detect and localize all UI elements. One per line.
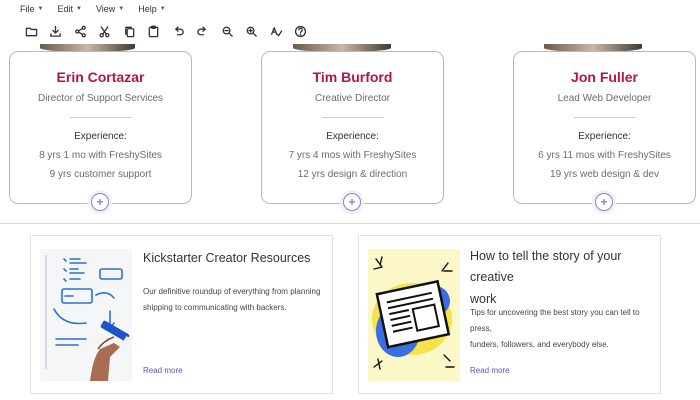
resources-section: Kickstarter Creator Resources Our defini… [0, 224, 700, 400]
menu-bar: File ▼ Edit ▼ View ▼ Help ▼ [0, 0, 700, 18]
article-description-line: Our definitive roundup of everything fro… [143, 287, 321, 296]
menu-file-label: File [20, 4, 35, 14]
article-description-line: Tips for uncovering the best story you c… [470, 308, 640, 333]
experience-label: Experience: [578, 131, 631, 142]
share-icon[interactable] [68, 20, 93, 42]
divider [573, 117, 636, 118]
article-image-newspaper [368, 249, 460, 381]
article-title-line: How to tell the story of your creative [470, 249, 622, 285]
article-card[interactable]: Kickstarter Creator Resources Our defini… [30, 235, 333, 394]
plus-icon: + [348, 195, 356, 209]
zoom-out-icon[interactable] [215, 20, 240, 42]
paste-icon[interactable] [142, 20, 167, 42]
team-member-name: Erin Cortazar [56, 69, 145, 85]
plus-icon: + [96, 195, 104, 209]
experience-label: Experience: [326, 131, 379, 142]
expand-card-button[interactable]: + [343, 193, 361, 211]
team-card: Jon Fuller Lead Web Developer Experience… [513, 51, 696, 204]
caret-down-icon: ▼ [37, 6, 44, 12]
menu-help[interactable]: Help ▼ [138, 4, 165, 14]
article-description: Tips for uncovering the best story you c… [470, 305, 660, 353]
article-description-line: shipping to communicating with backers. [143, 303, 287, 312]
article-image-whiteboard [40, 249, 132, 381]
divider [321, 117, 384, 118]
cut-icon[interactable] [93, 20, 118, 42]
experience-label: Experience: [74, 131, 127, 142]
experience-line: 19 yrs web design & dev [550, 169, 659, 180]
download-icon[interactable] [44, 20, 69, 42]
redo-icon[interactable] [191, 20, 216, 42]
menu-view-label: View [95, 4, 116, 14]
team-member-role: Lead Web Developer [557, 93, 652, 104]
copy-icon[interactable] [117, 20, 142, 42]
folder-icon[interactable] [19, 20, 44, 42]
article-description-line: funders, followers, and everybody else. [470, 340, 609, 349]
read-more-link[interactable]: Read more [143, 366, 183, 375]
experience-line: 9 yrs customer support [49, 169, 152, 180]
menu-view[interactable]: View ▼ [96, 4, 124, 14]
zoom-in-icon[interactable] [240, 20, 265, 42]
caret-down-icon: ▼ [118, 6, 125, 12]
article-title[interactable]: Kickstarter Creator Resources [143, 248, 310, 269]
read-more-link[interactable]: Read more [470, 366, 510, 375]
caret-down-icon: ▼ [159, 6, 166, 12]
team-member-role: Creative Director [314, 93, 391, 104]
experience-line: 6 yrs 11 mos with FreshySites [538, 150, 671, 161]
experience-line: 7 yrs 4 mos with FreshySites [288, 150, 417, 161]
expand-card-button[interactable]: + [91, 193, 109, 211]
article-card[interactable]: How to tell the story of your creative w… [358, 235, 661, 394]
article-title[interactable]: How to tell the story of your creative w… [470, 246, 660, 310]
article-description: Our definitive roundup of everything fro… [143, 284, 320, 316]
team-member-role: Director of Support Services [37, 93, 164, 104]
menu-edit[interactable]: Edit ▼ [57, 4, 81, 14]
toolbar [0, 18, 700, 44]
menu-file[interactable]: File ▼ [20, 4, 43, 14]
experience-line: 12 yrs design & direction [297, 169, 408, 180]
team-card: Erin Cortazar Director of Support Servic… [9, 51, 192, 204]
team-member-name: Jon Fuller [571, 69, 638, 85]
team-card: Tim Burford Creative Director Experience… [261, 51, 444, 204]
team-section: Erin Cortazar Director of Support Servic… [0, 44, 700, 224]
menu-edit-label: Edit [57, 4, 73, 14]
expand-card-button[interactable]: + [595, 193, 613, 211]
undo-icon[interactable] [166, 20, 191, 42]
team-member-name: Tim Burford [312, 69, 393, 85]
caret-down-icon: ▼ [75, 6, 82, 12]
plus-icon: + [600, 195, 608, 209]
experience-line: 8 yrs 1 mo with FreshySites [39, 150, 162, 161]
divider [69, 117, 132, 118]
spellcheck-icon[interactable] [264, 20, 289, 42]
menu-help-label: Help [138, 4, 157, 14]
help-icon[interactable] [289, 20, 314, 42]
